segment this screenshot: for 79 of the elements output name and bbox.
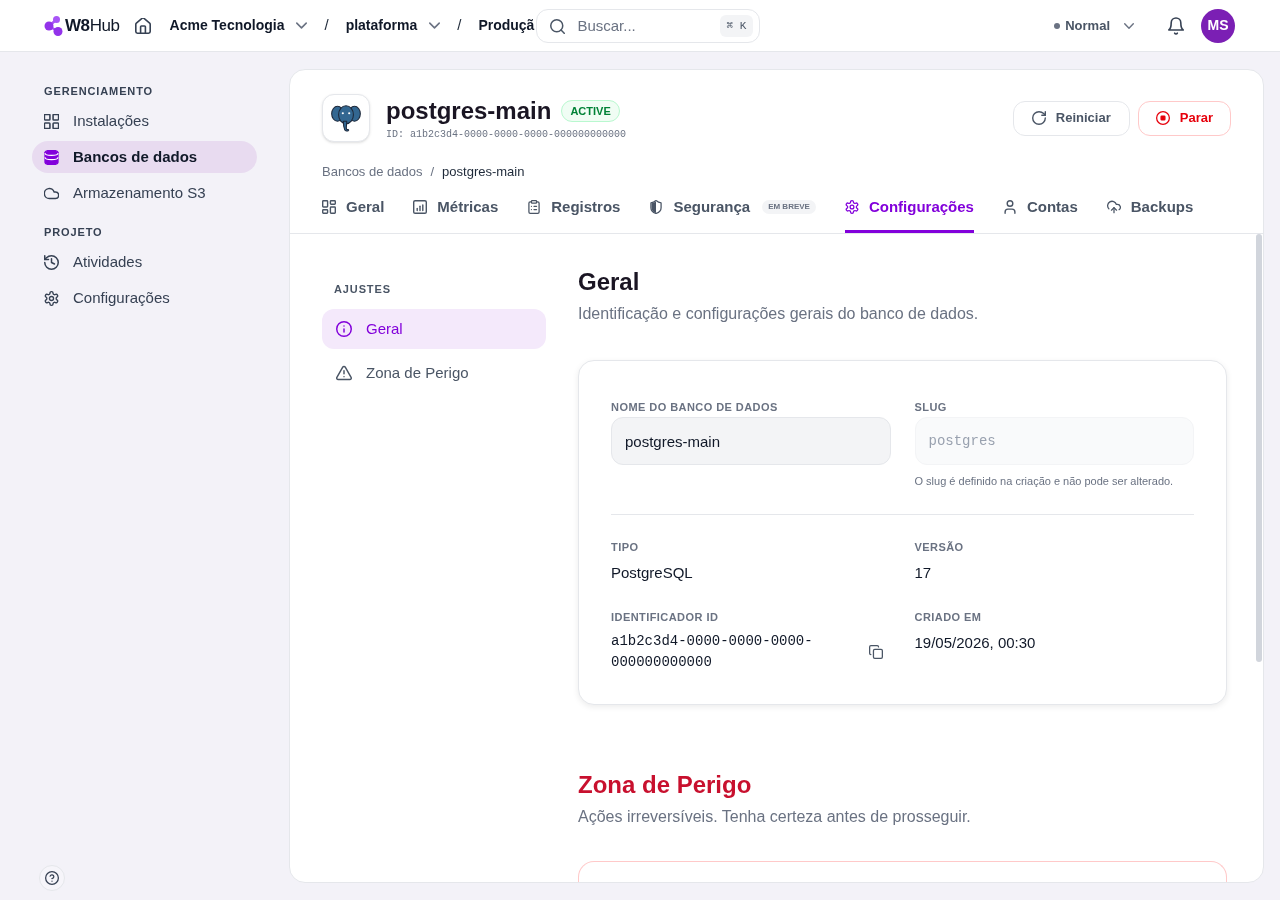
copy-icon[interactable] — [868, 645, 883, 659]
breadcrumb-link[interactable]: Produçã — [478, 15, 535, 36]
detail-label: IDENTIFICADOR ID — [611, 610, 720, 625]
breadcrumb-separator: / — [430, 163, 435, 181]
sidebar-item[interactable]: Armazenamento S3 — [32, 177, 257, 209]
stop-icon — [1155, 111, 1170, 125]
detail-label: VERSÃO — [914, 540, 965, 555]
section-title: PROJETO — [43, 225, 104, 239]
gear-icon — [844, 200, 859, 214]
dashboard-icon — [322, 200, 336, 214]
info-icon — [336, 321, 352, 337]
history-icon — [44, 254, 59, 270]
tab[interactable]: Segurança EM BREVE — [649, 189, 816, 233]
chevron-down-icon — [1124, 22, 1134, 29]
detail-label: TIPO — [611, 540, 640, 555]
tab[interactable]: Métricas — [413, 189, 499, 233]
sidebar-item[interactable]: Instalações — [32, 105, 257, 137]
home-icon[interactable] — [134, 17, 151, 34]
field-label: NOME DO BANCO DE DADOS — [611, 400, 779, 415]
mode-dropdown[interactable]: Normal — [1054, 15, 1134, 36]
cloud-upload-icon — [1106, 200, 1121, 214]
breadcrumb-link[interactable]: Bancos de dados — [322, 162, 423, 182]
gear-icon — [44, 290, 59, 306]
chevron-down-icon — [296, 22, 308, 29]
user-icon — [1002, 200, 1017, 214]
restart-button[interactable]: Reiniciar — [1012, 100, 1130, 136]
warning-icon — [336, 365, 352, 381]
elephant-icon — [322, 94, 370, 142]
tab[interactable]: Registros — [527, 189, 621, 233]
scrollbar-thumb[interactable] — [1256, 234, 1262, 662]
nav-title: AJUSTES — [333, 282, 392, 297]
cloud-icon — [44, 185, 59, 201]
breadcrumb-separator: / — [324, 15, 329, 36]
bar-chart-icon — [413, 200, 428, 214]
tab[interactable]: Geral — [322, 189, 385, 233]
detail-value: PostgreSQL — [611, 563, 694, 583]
settings-nav-item[interactable]: Geral — [322, 309, 546, 349]
logo-text: W8Hub — [65, 17, 120, 34]
field-hint: O slug é definido na criação e não pode ser alterado. — [914, 474, 1175, 489]
chevron-down-icon — [429, 22, 441, 29]
detail-value: 19/05/2026, 00:30 — [914, 633, 1037, 653]
status-badge: ACTIVE — [561, 99, 620, 122]
page-title: postgres-main — [386, 95, 552, 126]
danger-description: Ações irreversíveis. Tenha certeza antes de prosseguir. — [578, 807, 972, 827]
tab[interactable]: Contas — [1002, 189, 1078, 233]
breadcrumb-current: postgres-main — [442, 163, 525, 181]
input-field[interactable]: postgres-main — [611, 417, 891, 465]
sidebar-item[interactable]: Configurações — [32, 282, 257, 314]
resource-id: ID: a1b2c3d4-0000-0000-0000-000000000000 — [386, 127, 627, 142]
danger-heading: Zona de Perigo — [578, 770, 753, 800]
sidebar-item[interactable]: Atividades — [32, 246, 257, 278]
connected-dots-icon — [44, 14, 64, 37]
search-icon — [550, 18, 566, 34]
status-dot-icon — [1054, 22, 1061, 29]
database-icon — [44, 149, 59, 165]
detail-value: a1b2c3d4-0000-0000-0000-000000000000 — [611, 632, 814, 672]
breadcrumb-separator: / — [457, 15, 462, 36]
field-label: SLUG — [914, 400, 948, 415]
grid-icon — [44, 113, 59, 129]
refresh-icon — [1031, 111, 1046, 125]
stop-button[interactable]: Parar — [1137, 100, 1231, 136]
tab[interactable]: Backups — [1106, 189, 1194, 233]
help-icon — [45, 871, 59, 885]
section-title: GERENCIAMENTO — [43, 84, 155, 98]
detail-value: 17 — [914, 563, 933, 583]
clipboard-icon — [527, 200, 542, 214]
avatar[interactable]: MS — [1201, 8, 1235, 43]
tab[interactable]: Configurações — [844, 189, 974, 233]
breadcrumb-dropdown[interactable]: plataforma — [345, 15, 441, 36]
help-button[interactable] — [39, 865, 65, 891]
section-description: Identificação e configurações gerais do banco de dados. — [578, 304, 980, 324]
sidebar-item[interactable]: Bancos de dados — [32, 141, 257, 173]
settings-nav-item[interactable]: Zona de Perigo — [322, 353, 546, 393]
breadcrumb-dropdown[interactable]: Acme Tecnologia — [169, 15, 308, 36]
detail-label: CRIADO EM — [914, 610, 983, 625]
shield-icon — [649, 200, 664, 214]
soon-badge: EM BREVE — [762, 200, 816, 214]
bell-icon[interactable] — [1168, 16, 1184, 35]
section-heading: Geral — [578, 267, 641, 297]
